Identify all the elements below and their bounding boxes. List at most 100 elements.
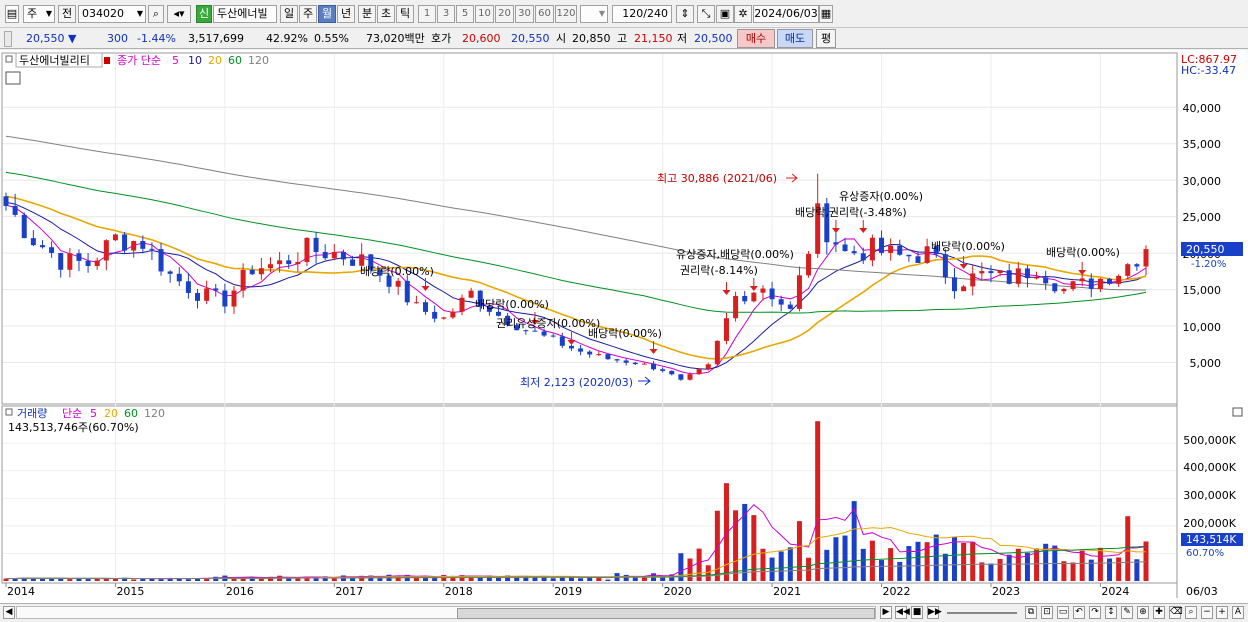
volume-bar [258,578,264,581]
grid-table-icon[interactable] [5,71,21,85]
price-ma-title: 종가 단순 [117,54,161,67]
scroll-thumb[interactable] [457,608,875,619]
gear-icon[interactable]: ✲ [734,5,752,23]
interval-30[interactable]: 30 [515,5,534,23]
tab-minute[interactable]: 분 [358,5,376,23]
prev-button[interactable]: 전 [58,5,76,23]
x-label: 2016 [226,585,254,598]
last-pct-tag: -1.20% [1191,259,1226,270]
annotation-div-2018: 배당락(0.00%) [475,298,549,311]
stop-button[interactable]: ■ [911,606,923,619]
candle-body [222,290,228,307]
vol-tick-300000: 300,000K [1183,489,1236,502]
volume-bar [67,579,73,581]
crosshair-icon[interactable]: ✚ [1153,606,1165,619]
interval-20[interactable]: 20 [495,5,514,23]
sell-button[interactable]: 매도 [777,29,813,48]
scroll-right-button[interactable]: ▶ [880,606,892,619]
tab-tick[interactable]: 틱 [396,5,414,23]
close-pane-icon[interactable] [1232,407,1243,417]
stock-name-field[interactable]: 두산에너빌 [213,5,277,23]
copy-icon[interactable]: ⊡ [1041,606,1053,619]
save-icon[interactable]: ▣ [716,5,734,23]
interval-120[interactable]: 120 [555,5,577,23]
buy-button[interactable]: 매수 [737,29,775,48]
custom-interval-select[interactable]: ▼ [580,5,608,23]
candle-body [796,275,802,309]
volume-bar [687,558,693,581]
tab-second[interactable]: 초 [377,5,395,23]
x-label: 2022 [883,585,911,598]
magnifier-icon[interactable]: ⌕ [1185,606,1197,619]
candle-body [21,214,27,239]
date-input[interactable]: 2024/06/03 [753,5,819,23]
calendar-icon[interactable]: ▦ [819,5,833,23]
candle-body [787,304,793,309]
mode-select[interactable]: 주 ▼ [23,5,55,23]
x-label: 2014 [7,585,35,598]
candle-body [760,288,766,293]
candle-body [951,277,957,292]
candle-body [751,292,757,302]
tab-month[interactable]: 월 [318,5,336,23]
candle-body [678,374,684,380]
draw-icon[interactable]: ✎ [1121,606,1133,619]
chart-link-icon[interactable]: ⤡ [697,5,715,23]
volume-bar [751,515,757,581]
count-input[interactable]: 120/240 [612,5,672,23]
layout-icon[interactable]: ⧉ [1025,606,1037,619]
zoom-icon[interactable]: ⇕ [676,5,694,23]
interval-10[interactable]: 10 [475,5,494,23]
volume-bar [331,578,337,581]
stock-code-input[interactable]: 034020 ▼ [78,5,146,23]
volume-bar [705,565,711,581]
candle-body [532,330,538,332]
scroll-track[interactable] [16,606,876,619]
volume-bar [1116,557,1122,581]
chart-menu-icon[interactable]: ▤ [5,5,19,23]
last-page-button[interactable]: ▶▶ [927,606,942,619]
interval-60[interactable]: 60 [535,5,554,23]
stamp-icon[interactable]: ⊕ [1137,606,1149,619]
zoom-out-icon[interactable]: − [1201,606,1213,619]
candle-legend-icon [104,57,110,64]
stock-code-value: 034020 [82,7,124,20]
interval-5[interactable]: 5 [456,5,474,23]
scroll-left-button[interactable]: ◀ [3,606,15,619]
candle-body [924,246,930,264]
search-icon[interactable]: ⌕ [148,5,164,23]
undo-icon[interactable]: ↶ [1073,606,1085,619]
bid-price: 20,550 [511,32,550,45]
eraser-icon[interactable]: ⌫ [1169,606,1183,619]
candle-body [1006,270,1012,284]
candle-body [295,261,301,265]
stock-chart[interactable]: 두산에너빌리티 종가 단순 5 10 20 60 120 LC:867.97 H… [0,50,1248,603]
interval-3[interactable]: 3 [437,5,455,23]
tab-day[interactable]: 일 [280,5,298,23]
volume-bar [605,579,611,581]
volume-bar [796,521,802,581]
redo-icon[interactable]: ↷ [1089,606,1101,619]
tab-year[interactable]: 년 [337,5,355,23]
first-page-button[interactable]: ◀◀ [895,606,910,619]
zoom-slider[interactable] [947,612,1017,614]
vol-ma20-label: 20 [104,407,118,420]
quote-handle[interactable] [4,31,12,47]
tab-week[interactable]: 주 [299,5,317,23]
speaker-icon[interactable]: ◂▾ [167,5,191,23]
eval-button[interactable]: 평 [816,29,836,48]
candle-body [714,340,720,365]
x-label: 2018 [445,585,473,598]
candle-body [942,254,948,278]
candle-body [988,271,994,274]
measure-icon[interactable]: ↕ [1105,606,1117,619]
volume-bar [897,561,903,581]
zoom-in-icon[interactable]: + [1216,606,1228,619]
candle-body [195,292,201,301]
annotation-rights-2021a: 유상증자(0.00%) [839,190,923,203]
volume-bar [85,579,91,581]
font-size-icon[interactable]: A [1232,606,1244,619]
interval-1[interactable]: 1 [418,5,436,23]
chart-area[interactable]: 두산에너빌리티 종가 단순 5 10 20 60 120 LC:867.97 H… [0,50,1248,603]
window-icon[interactable]: ▭ [1057,606,1069,619]
